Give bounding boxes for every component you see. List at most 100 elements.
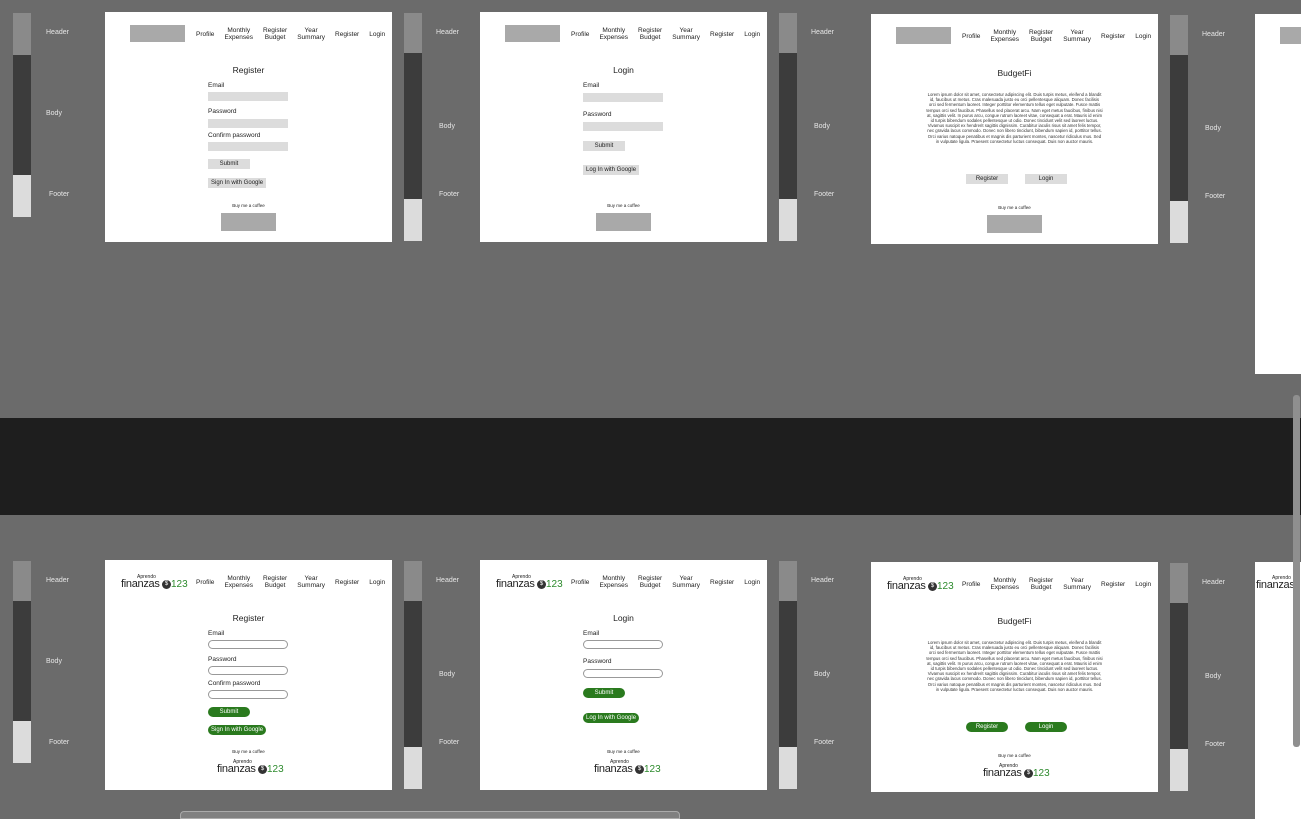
annotation-footer-label: Footer bbox=[814, 191, 835, 198]
submit-button[interactable]: Submit bbox=[583, 688, 625, 698]
nav-login[interactable]: Login bbox=[739, 31, 765, 38]
buy-coffee-text[interactable]: Buy me a coffee bbox=[871, 753, 1158, 758]
annotation-header-label: Header bbox=[811, 577, 834, 584]
frame-login-styled[interactable]: Aprendo finanzas $ 123 Profile Monthly Ex… bbox=[480, 560, 767, 790]
annotation-header-segment bbox=[779, 13, 797, 53]
coin-icon: $ bbox=[928, 582, 937, 591]
nav-year-summary[interactable]: Year Summary bbox=[667, 27, 705, 41]
nav-year-summary[interactable]: Year Summary bbox=[1058, 577, 1096, 591]
confirm-password-field[interactable] bbox=[208, 142, 288, 151]
annotation-body-segment bbox=[13, 55, 31, 175]
login-button[interactable]: Login bbox=[1025, 174, 1067, 184]
password-field[interactable] bbox=[583, 669, 663, 678]
annotation-header-segment bbox=[1170, 563, 1188, 603]
password-field[interactable] bbox=[583, 122, 663, 131]
nav-monthly-expenses[interactable]: Monthly Expenses bbox=[985, 29, 1024, 43]
footer-brand-logo: Aprendo finanzas $ 123 bbox=[594, 759, 661, 775]
nav-login[interactable]: Login bbox=[1130, 581, 1156, 588]
nav-bar: Profile Monthly Expenses Register Budget Y… bbox=[480, 24, 767, 44]
nav-register[interactable]: Register bbox=[1096, 33, 1130, 40]
buy-coffee-text[interactable]: Buy me a coffee bbox=[480, 749, 767, 754]
email-field[interactable] bbox=[208, 92, 288, 101]
email-field[interactable] bbox=[583, 93, 663, 102]
login-button[interactable]: Login bbox=[1025, 722, 1067, 732]
nav-monthly-expenses[interactable]: Monthly Expenses bbox=[594, 27, 633, 41]
logo-placeholder bbox=[505, 25, 560, 42]
nav-register-budget[interactable]: Register Budget bbox=[633, 27, 667, 41]
frame-register-styled[interactable]: Aprendo finanzas $ 123 Profile Monthly Ex… bbox=[105, 560, 392, 790]
nav-register[interactable]: Register bbox=[330, 31, 364, 38]
google-sign-in-button[interactable]: Sign In with Google bbox=[208, 725, 267, 735]
nav-year-summary[interactable]: Year Summary bbox=[1058, 29, 1096, 43]
nav-year-summary[interactable]: Year Summary bbox=[667, 575, 705, 589]
nav-monthly-expenses[interactable]: Monthly Expenses bbox=[219, 575, 258, 589]
nav-register-budget[interactable]: Register Budget bbox=[633, 575, 667, 589]
annotation-footer-label: Footer bbox=[439, 739, 460, 746]
nav-profile[interactable]: Profile bbox=[957, 581, 985, 588]
frame-login-wireframe[interactable]: Profile Monthly Expenses Register Budget Y… bbox=[480, 12, 767, 242]
submit-button[interactable]: Submit bbox=[208, 707, 250, 717]
nav-login[interactable]: Login bbox=[364, 579, 390, 586]
nav-monthly-expenses[interactable]: Monthly Expenses bbox=[985, 577, 1024, 591]
confirm-password-field[interactable] bbox=[208, 690, 288, 699]
nav-register-budget[interactable]: Register Budget bbox=[1024, 577, 1058, 591]
register-button[interactable]: Register bbox=[966, 174, 1008, 184]
submit-button[interactable]: Submit bbox=[208, 159, 250, 169]
buy-coffee-text[interactable]: Buy me a coffee bbox=[105, 749, 392, 754]
nav-register-budget[interactable]: Register Budget bbox=[1024, 29, 1058, 43]
page-title: Register bbox=[232, 613, 265, 623]
frame-home-styled[interactable]: Aprendo finanzas $ 123 Profile Monthly Ex… bbox=[871, 562, 1158, 792]
password-field[interactable] bbox=[208, 666, 288, 675]
nav-register[interactable]: Register bbox=[705, 31, 739, 38]
nav-monthly-expenses[interactable]: Monthly Expenses bbox=[219, 27, 258, 41]
nav-profile[interactable]: Profile bbox=[566, 579, 594, 586]
submit-button[interactable]: Submit bbox=[583, 141, 625, 151]
page-title: BudgetFi bbox=[997, 616, 1032, 626]
buy-coffee-text[interactable]: Buy me a coffee bbox=[871, 205, 1158, 210]
nav-profile[interactable]: Profile bbox=[191, 31, 219, 38]
vertical-scrollbar[interactable] bbox=[1293, 395, 1300, 747]
nav-profile[interactable]: Profile bbox=[957, 33, 985, 40]
nav-login[interactable]: Login bbox=[364, 31, 390, 38]
password-field[interactable] bbox=[208, 119, 288, 128]
nav-register-budget[interactable]: Register Budget bbox=[258, 575, 292, 589]
annotation-body-label: Body bbox=[814, 123, 830, 130]
frame-home-wireframe[interactable]: Profile Monthly Expenses Register Budget Y… bbox=[871, 14, 1158, 244]
annotation-footer-label: Footer bbox=[439, 191, 460, 198]
annotation-header-segment bbox=[779, 561, 797, 601]
nav-register[interactable]: Register bbox=[330, 579, 364, 586]
frame-register-wireframe[interactable]: Profile Monthly Expenses Register Budget Y… bbox=[105, 12, 392, 242]
nav-bar: Profile Monthly Expenses Register Budget Y… bbox=[105, 24, 392, 44]
coin-icon: $ bbox=[1024, 769, 1033, 778]
google-sign-in-button[interactable]: Sign In with Google bbox=[208, 178, 267, 188]
password-label: Password bbox=[208, 108, 237, 115]
buy-coffee-text[interactable]: Buy me a coffee bbox=[480, 203, 767, 208]
horizontal-scrollbar[interactable] bbox=[180, 811, 680, 819]
annotation-footer-segment bbox=[404, 747, 422, 789]
nav-login[interactable]: Login bbox=[1130, 33, 1156, 40]
nav-year-summary[interactable]: Year Summary bbox=[292, 575, 330, 589]
annotation-header-label: Header bbox=[1202, 31, 1225, 38]
nav-year-summary[interactable]: Year Summary bbox=[292, 27, 330, 41]
annotation-header-segment bbox=[13, 13, 31, 55]
nav-profile[interactable]: Profile bbox=[566, 31, 594, 38]
email-field[interactable] bbox=[208, 640, 288, 649]
email-label: Email bbox=[208, 630, 225, 637]
nav-monthly-expenses[interactable]: Monthly Expenses bbox=[594, 575, 633, 589]
email-field[interactable] bbox=[583, 640, 663, 649]
nav-register[interactable]: Register bbox=[1096, 581, 1130, 588]
email-label: Email bbox=[583, 82, 600, 89]
email-label: Email bbox=[583, 630, 600, 637]
nav-profile[interactable]: Profile bbox=[191, 579, 219, 586]
google-log-in-button[interactable]: Log In with Google bbox=[583, 713, 640, 723]
nav-login[interactable]: Login bbox=[739, 579, 765, 586]
nav-register-budget[interactable]: Register Budget bbox=[258, 27, 292, 41]
annotation-footer-segment bbox=[13, 721, 31, 763]
password-label: Password bbox=[583, 658, 612, 665]
buy-coffee-text[interactable]: Buy me a coffee bbox=[105, 203, 392, 208]
frame-partial-wireframe[interactable] bbox=[1255, 14, 1301, 374]
annotation-bar bbox=[1170, 15, 1188, 243]
nav-register[interactable]: Register bbox=[705, 579, 739, 586]
register-button[interactable]: Register bbox=[966, 722, 1008, 732]
google-log-in-button[interactable]: Log In with Google bbox=[583, 165, 640, 175]
